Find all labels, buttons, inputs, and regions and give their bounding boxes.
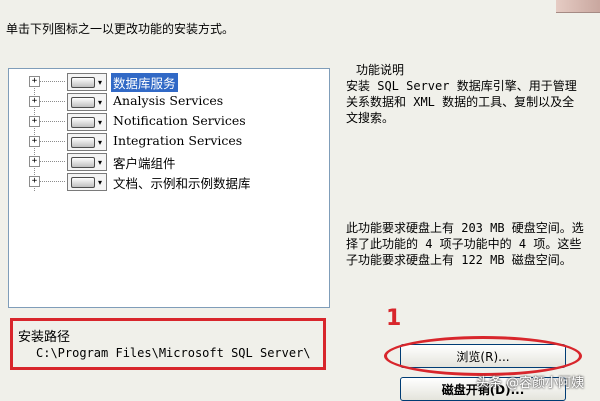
install-path-value: C:\Program Files\Microsoft SQL Server\: [36, 346, 311, 360]
install-option-dropdown[interactable]: ▾: [67, 93, 107, 111]
tree-item-label[interactable]: 客户端组件: [111, 153, 178, 172]
chevron-down-icon: ▾: [98, 77, 103, 87]
tree-item-label[interactable]: Analysis Services: [111, 93, 225, 108]
watermark-text: 头条 @容颜小阿姨: [476, 376, 585, 391]
hard-drive-icon: [71, 76, 95, 88]
hard-drive-icon: [71, 116, 95, 128]
tree-connector-line: [39, 141, 65, 142]
tree-item-label[interactable]: Notification Services: [111, 113, 248, 128]
tree-item-label[interactable]: 文档、示例和示例数据库: [111, 173, 253, 192]
hard-drive-icon: [71, 96, 95, 108]
disk-space-requirement-text: 此功能要求硬盘上有 203 MB 硬盘空间。选择了此功能的 4 项子功能中的 4…: [346, 221, 584, 267]
window-corner-graphic: [556, 0, 600, 13]
instruction-text: 单击下列图标之一以更改功能的安装方式。: [6, 22, 235, 36]
install-option-dropdown[interactable]: ▾: [67, 133, 107, 151]
chevron-down-icon: ▾: [98, 117, 103, 127]
tree-connector-line: [39, 101, 65, 102]
tree-connector-line: [39, 181, 65, 182]
step-number-annotation: 1: [386, 306, 402, 331]
install-path-label: 安装路径: [18, 330, 71, 345]
install-option-dropdown[interactable]: ▾: [67, 73, 107, 91]
hard-drive-icon: [71, 176, 95, 188]
chevron-down-icon: ▾: [98, 157, 103, 167]
install-option-dropdown[interactable]: ▾: [67, 113, 107, 131]
install-option-dropdown[interactable]: ▾: [67, 173, 107, 191]
tree-item-label[interactable]: Integration Services: [111, 133, 244, 148]
chevron-down-icon: ▾: [98, 137, 103, 147]
install-option-dropdown[interactable]: ▾: [67, 153, 107, 171]
feature-description-heading: 功能说明: [356, 63, 405, 77]
feature-description-text: 安装 SQL Server 数据库引擎、用于管理关系数据和 XML 数据的工具、…: [346, 79, 577, 125]
feature-tree[interactable]: + ▾ 数据库服务 + ▾ Analysis Services + ▾ Noti…: [8, 68, 330, 308]
browse-button-highlight: [384, 336, 582, 376]
chevron-down-icon: ▾: [98, 97, 103, 107]
tree-connector-line: [39, 81, 65, 82]
hard-drive-icon: [71, 156, 95, 168]
tree-connector-line: [39, 161, 65, 162]
hard-drive-icon: [71, 136, 95, 148]
tree-item-label[interactable]: 数据库服务: [111, 73, 178, 92]
chevron-down-icon: ▾: [98, 177, 103, 187]
tree-connector-line: [39, 121, 65, 122]
